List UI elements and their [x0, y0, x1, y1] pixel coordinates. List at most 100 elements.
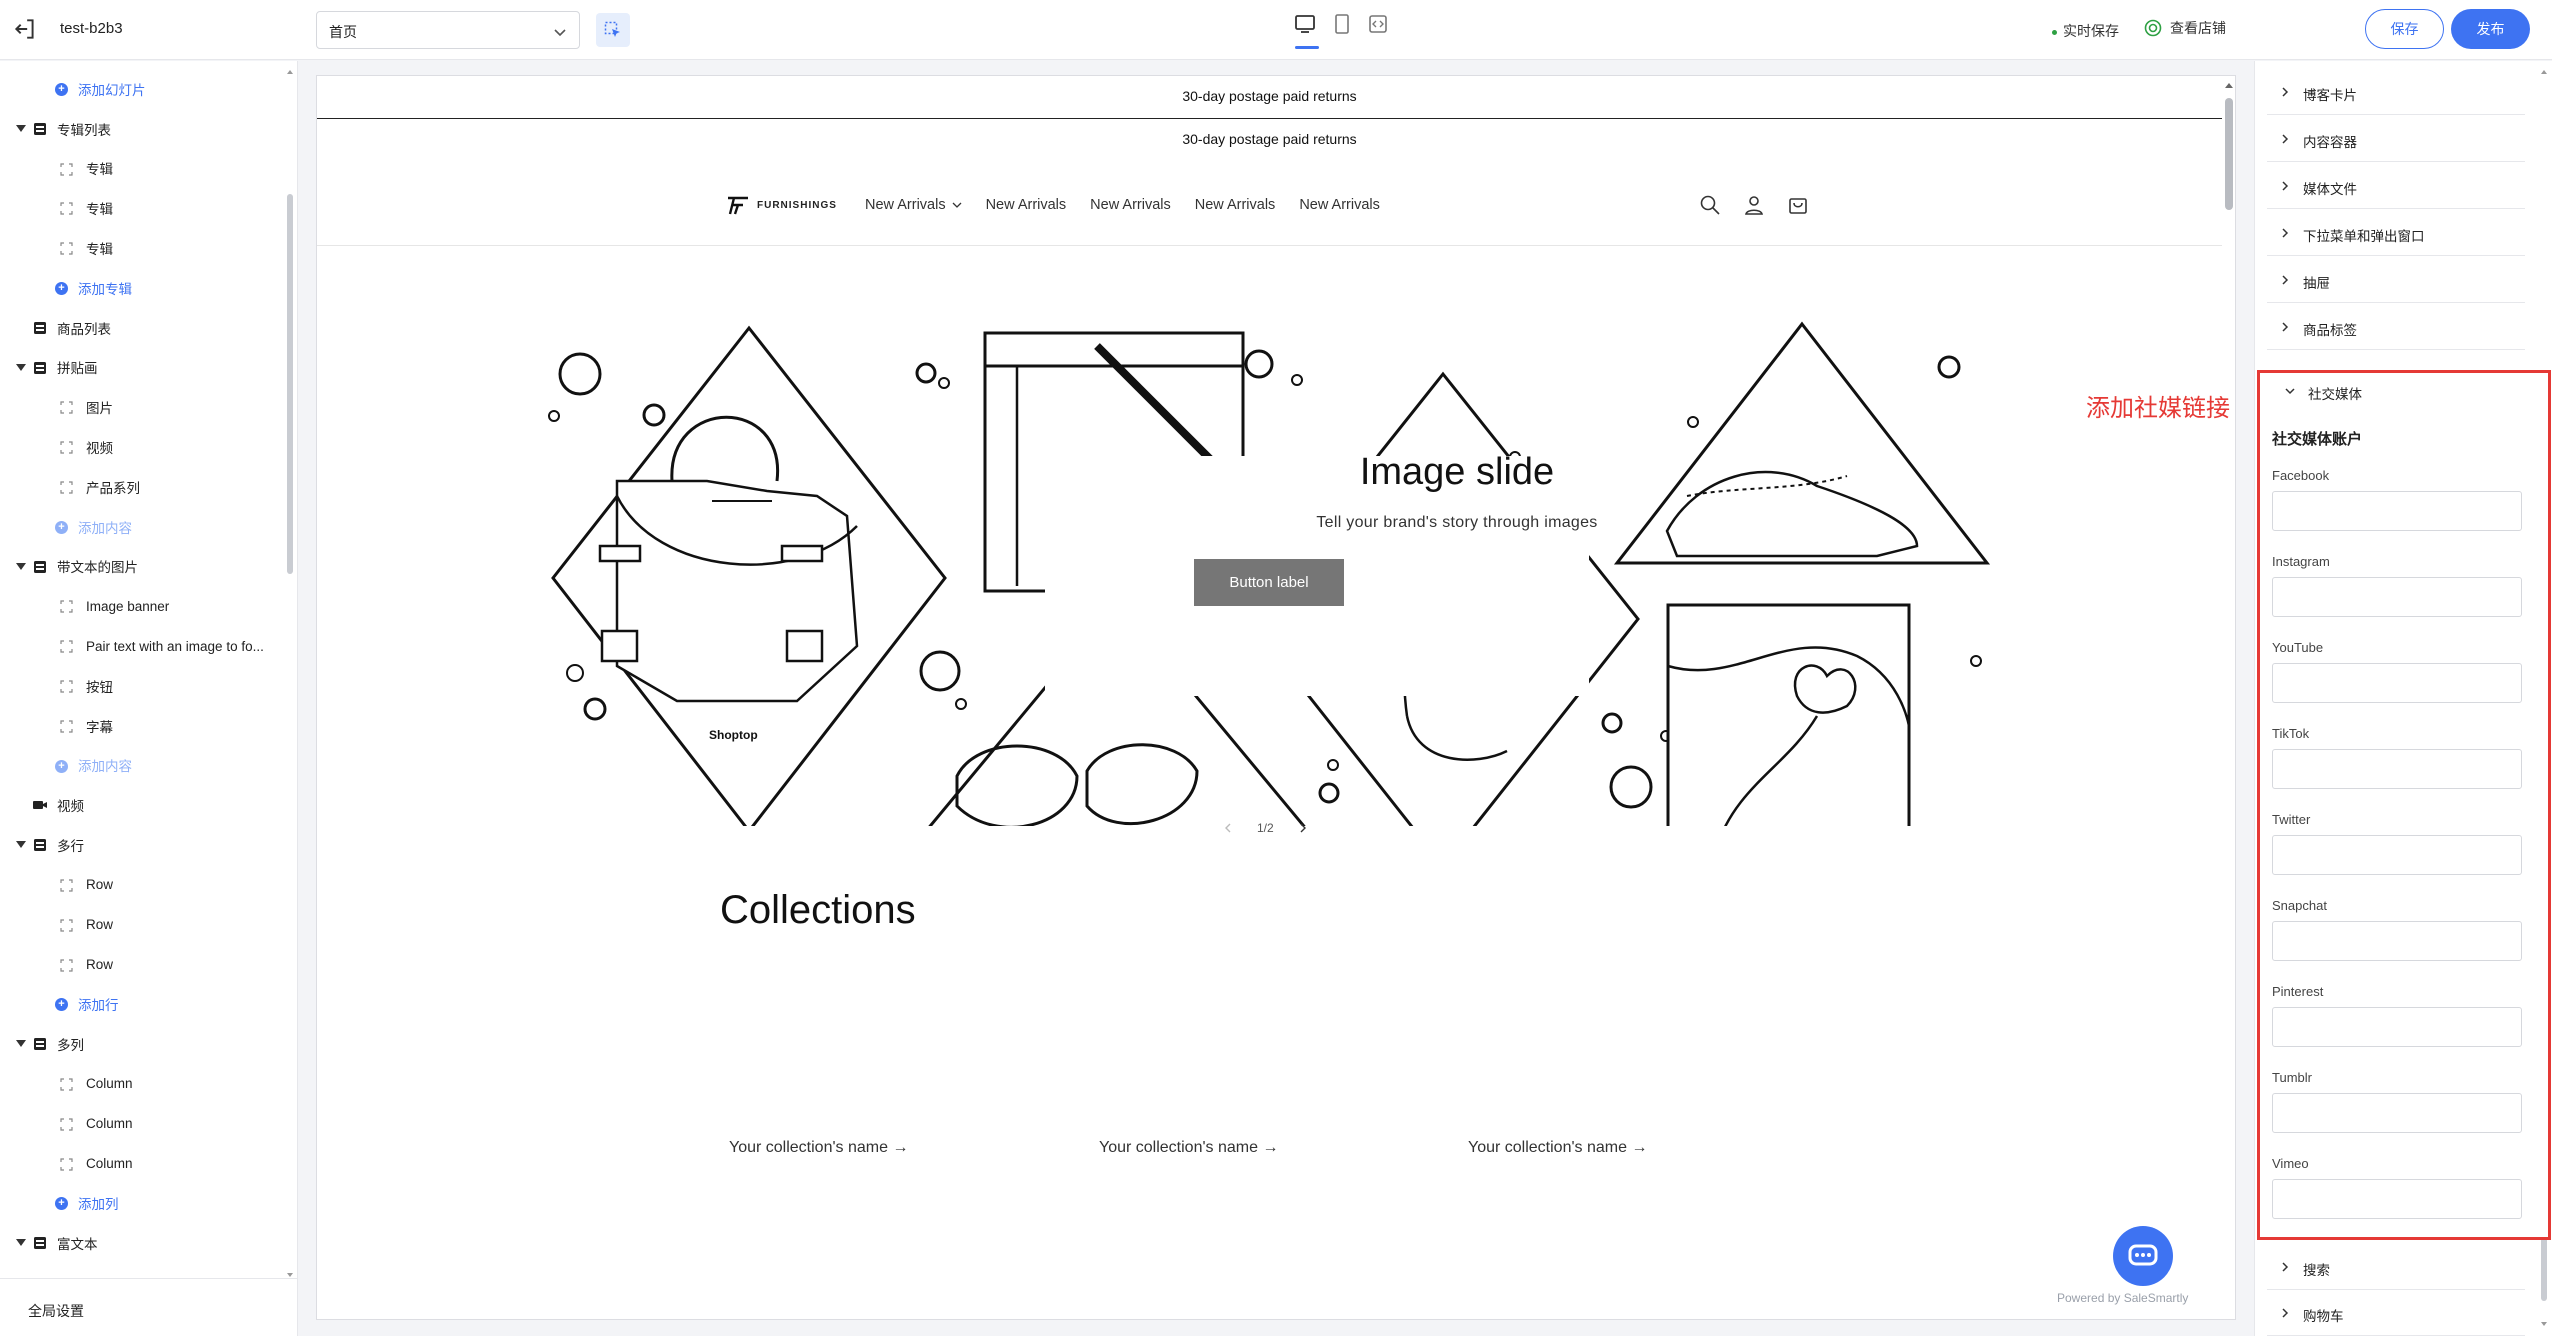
caret-down-icon[interactable]: [16, 1239, 26, 1247]
tree-item[interactable]: 按钮: [0, 666, 285, 706]
settings-section[interactable]: 搜索: [2267, 1244, 2525, 1290]
page-select[interactable]: 首页: [316, 11, 580, 49]
global-settings-button[interactable]: 全局设置: [0, 1278, 298, 1336]
collection-name-3[interactable]: Your collection's name →: [1468, 1139, 1647, 1157]
settings-section[interactable]: 下拉菜单和弹出窗口: [2267, 210, 2525, 256]
tree-item[interactable]: Talk about your brand: [0, 1263, 285, 1274]
save-button[interactable]: 保存: [2365, 9, 2444, 49]
tree-add-button[interactable]: + 添加行: [0, 984, 285, 1024]
caret-down-icon[interactable]: [16, 841, 26, 849]
collage-icon: [32, 360, 48, 379]
tablet-icon: [1335, 14, 1349, 34]
exit-icon[interactable]: [12, 16, 38, 42]
tree-item[interactable]: Column: [0, 1104, 285, 1144]
code-view-button[interactable]: [1366, 12, 1394, 40]
collection-name-1[interactable]: Your collection's name →: [729, 1139, 908, 1157]
tree-add-button[interactable]: + 添加内容: [0, 746, 285, 786]
social-field-input[interactable]: [2272, 1179, 2522, 1219]
left-scrollbar[interactable]: [287, 69, 293, 1279]
nav-item-label: New Arrivals: [1090, 197, 1171, 213]
tree-add-button[interactable]: + 添加幻灯片: [0, 69, 285, 109]
nav-item[interactable]: New Arrivals: [865, 197, 962, 213]
settings-section[interactable]: 商品标签: [2267, 304, 2525, 350]
caret-down-icon[interactable]: [16, 1040, 26, 1048]
tree-item[interactable]: 专辑: [0, 228, 285, 268]
tree-item[interactable]: 图片: [0, 387, 285, 427]
social-accounts-title: 社交媒体账户: [2272, 431, 2363, 448]
preview-scrollbar[interactable]: [2222, 76, 2235, 1319]
tablet-view-button[interactable]: [1330, 12, 1358, 40]
social-field-input[interactable]: [2272, 1007, 2522, 1047]
tree-group[interactable]: 视频: [0, 785, 285, 825]
chevron-right-icon: [2282, 1308, 2289, 1318]
tree-group[interactable]: 多列: [0, 1024, 285, 1064]
tree-add-label: 添加内容: [78, 759, 132, 775]
nav-item-label: New Arrivals: [1299, 197, 1380, 213]
tree-item[interactable]: Row: [0, 865, 285, 905]
chevron-left-icon[interactable]: [1223, 823, 1233, 833]
nav-item[interactable]: New Arrivals: [1090, 197, 1171, 213]
settings-section-label: 购物车: [2303, 1309, 2344, 1324]
tree-group[interactable]: 拼贴画: [0, 348, 285, 388]
social-field-input[interactable]: [2272, 663, 2522, 703]
tree-group[interactable]: 商品列表: [0, 308, 285, 348]
tree-add-button[interactable]: + 添加内容: [0, 507, 285, 547]
cart-icon[interactable]: [1787, 194, 1809, 216]
caret-down-icon[interactable]: [16, 363, 26, 371]
tree-group[interactable]: 专辑列表: [0, 109, 285, 149]
tree-add-label: 添加行: [78, 998, 119, 1014]
preview-scrollbar-thumb[interactable]: [2225, 98, 2233, 210]
settings-section[interactable]: 博客卡片: [2267, 69, 2525, 115]
tree-item[interactable]: 视频: [0, 427, 285, 467]
tree-item[interactable]: 字幕: [0, 706, 285, 746]
tree-add-button[interactable]: + 添加列: [0, 1183, 285, 1223]
social-field-input[interactable]: [2272, 749, 2522, 789]
store-preview: 30-day postage paid returns 30-day posta…: [316, 75, 2236, 1320]
social-field-input[interactable]: [2272, 577, 2522, 617]
tree-group[interactable]: 多行: [0, 825, 285, 865]
hero-button[interactable]: Button label: [1194, 559, 1344, 606]
tree-item-label: Pair text with an image to fo...: [86, 638, 264, 654]
tree-group[interactable]: 富文本: [0, 1223, 285, 1263]
view-store-link[interactable]: 查看店铺: [2144, 18, 2226, 38]
nav-item[interactable]: New Arrivals: [1195, 197, 1276, 213]
search-icon[interactable]: [1699, 194, 1721, 216]
publish-button[interactable]: 发布: [2451, 9, 2530, 49]
settings-section[interactable]: 内容容器: [2267, 116, 2525, 162]
desktop-view-button[interactable]: [1293, 12, 1321, 49]
chat-widget-button[interactable]: [2113, 1226, 2173, 1286]
nav-item[interactable]: New Arrivals: [1299, 197, 1380, 213]
select-cursor-icon: [604, 21, 620, 37]
tree-item[interactable]: Row: [0, 905, 285, 945]
tree-item[interactable]: Column: [0, 1064, 285, 1104]
settings-section[interactable]: 购物车: [2267, 1290, 2525, 1336]
tree-item[interactable]: Image banner: [0, 586, 285, 626]
collection-name-2[interactable]: Your collection's name →: [1099, 1139, 1278, 1157]
block-icon: [60, 401, 73, 417]
social-media-header[interactable]: 社交媒体: [2272, 373, 2530, 411]
caret-down-icon[interactable]: [16, 124, 26, 132]
image-text-icon: [32, 559, 48, 578]
social-field-input[interactable]: [2272, 921, 2522, 961]
chevron-right-icon[interactable]: [1298, 823, 1308, 833]
tree-item[interactable]: 产品系列: [0, 467, 285, 507]
social-field-input[interactable]: [2272, 1093, 2522, 1133]
tree-item[interactable]: Row: [0, 945, 285, 985]
account-icon[interactable]: [1743, 194, 1765, 216]
tree-group-label: 多行: [57, 839, 84, 855]
tree-group[interactable]: 带文本的图片: [0, 547, 285, 587]
settings-section[interactable]: 抽屉: [2267, 257, 2525, 303]
tree-item[interactable]: Column: [0, 1144, 285, 1184]
tree-add-button[interactable]: + 添加专辑: [0, 268, 285, 308]
social-field-input[interactable]: [2272, 491, 2522, 531]
caret-down-icon[interactable]: [16, 562, 26, 570]
tree-item[interactable]: Pair text with an image to fo...: [0, 626, 285, 666]
tree-group-label: 专辑列表: [57, 122, 111, 138]
tree-item[interactable]: 专辑: [0, 149, 285, 189]
left-scrollbar-thumb[interactable]: [287, 194, 293, 574]
tree-item[interactable]: 专辑: [0, 188, 285, 228]
settings-section[interactable]: 媒体文件: [2267, 163, 2525, 209]
inspect-button[interactable]: [596, 13, 630, 47]
nav-item[interactable]: New Arrivals: [986, 197, 1067, 213]
social-field-input[interactable]: [2272, 835, 2522, 875]
